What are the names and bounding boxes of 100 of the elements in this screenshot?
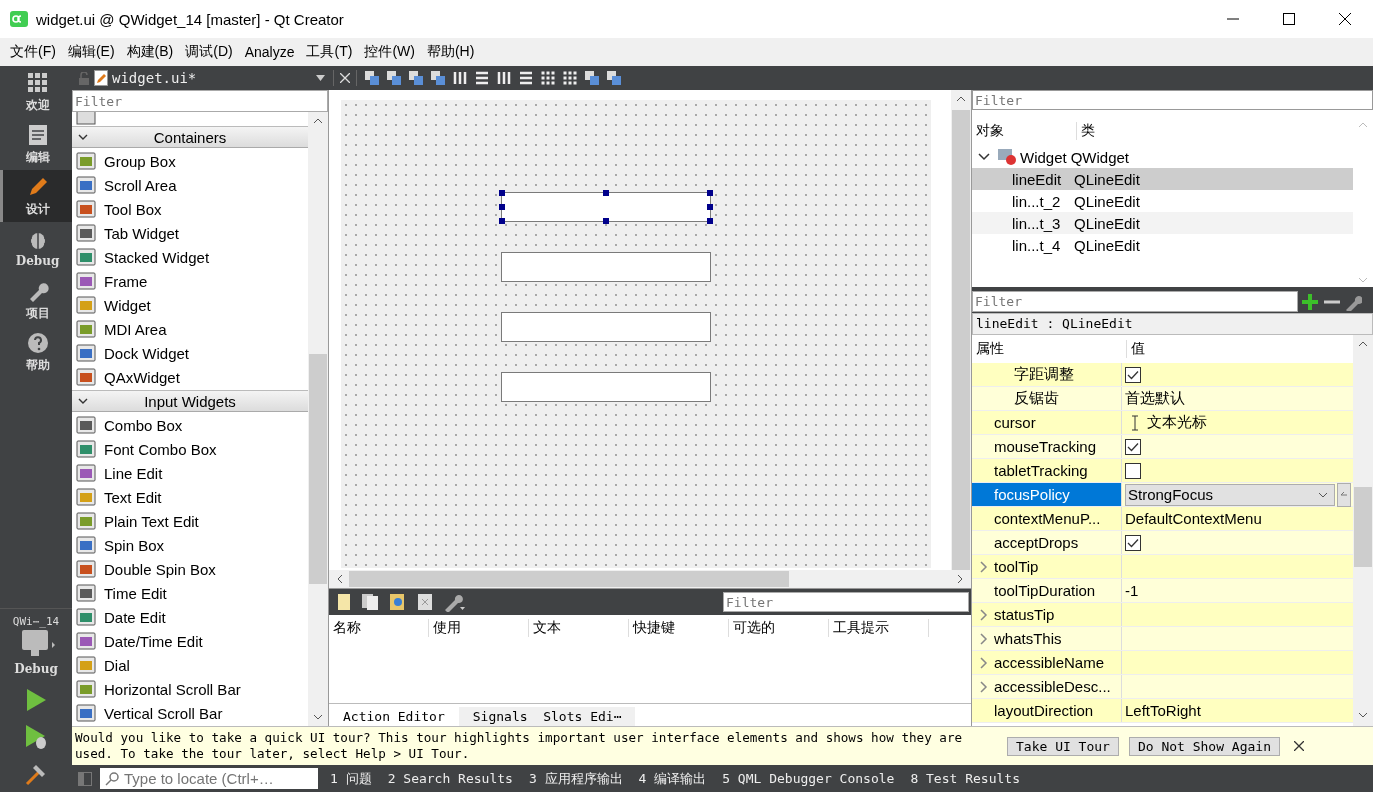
menu-item[interactable]: 工具(T) [300, 43, 359, 61]
widget-list-item[interactable]: Time Edit [72, 581, 308, 605]
tree-row[interactable]: lin...t_2 QLineEdit [972, 190, 1353, 212]
menu-item[interactable]: 文件(F) [4, 43, 62, 61]
output-pane-button[interactable]: 3 应用程序输出 [524, 769, 627, 788]
property-value[interactable]: LeftToRight [1125, 702, 1201, 719]
widget-list-item[interactable]: Frame [72, 269, 308, 293]
document-name[interactable]: widget.ui* [112, 70, 312, 86]
category-header[interactable]: Input Widgets [72, 390, 308, 412]
window-icon[interactable] [364, 70, 380, 86]
widget-list-item[interactable]: Horizontal Scroll Bar [72, 677, 308, 701]
window-icon[interactable] [606, 70, 622, 86]
mode-button[interactable]: Debug [0, 222, 72, 274]
widget-list-item[interactable]: Combo Box [72, 413, 308, 437]
dropdown-icon[interactable] [316, 75, 325, 81]
property-name[interactable]: toolTipDuration [972, 579, 1122, 602]
menu-item[interactable]: 构建(B) [120, 43, 180, 61]
widget-list-item[interactable]: Plain Text Edit [72, 509, 308, 533]
scrollbar[interactable] [329, 570, 971, 588]
filter-field[interactable]: Filter [972, 291, 1298, 312]
mode-button[interactable]: 欢迎 [0, 66, 72, 118]
menu-item[interactable]: Analyze [238, 44, 301, 60]
filter-field[interactable]: Filter [972, 90, 1373, 110]
column-header[interactable]: 工具提示 [829, 619, 929, 637]
widget-list-item[interactable]: Vertical Scroll Bar [72, 701, 308, 725]
scroll-up-icon[interactable] [1358, 341, 1368, 347]
scroll-thumb[interactable] [349, 571, 789, 587]
mode-button[interactable]: 帮助 [0, 326, 72, 378]
window-icon[interactable] [408, 70, 424, 86]
widget-list-item[interactable]: Scroll Area [72, 173, 308, 197]
scrollbar[interactable] [308, 112, 328, 726]
tour-button[interactable]: Take UI Tour [1007, 736, 1119, 756]
new-file-icon[interactable] [337, 593, 351, 611]
widget-list-item[interactable]: Tab Widget [72, 221, 308, 245]
property-value[interactable]: -1 [1125, 582, 1139, 599]
window-icon[interactable] [386, 70, 402, 86]
menu-item[interactable]: 调试(D) [179, 43, 239, 61]
widget-list-item[interactable]: Date Edit [72, 605, 308, 629]
locator-field[interactable]: Type to locate (Ctrl+… [100, 768, 318, 789]
widget-list-item[interactable]: Text Edit [72, 485, 308, 509]
checkbox[interactable] [1125, 366, 1141, 383]
widget-list-item[interactable]: QAxWidget [72, 365, 308, 389]
property-name[interactable]: focusPolicy [972, 483, 1122, 506]
menu-item[interactable]: 编辑(E) [61, 43, 121, 61]
category-header[interactable]: Containers [72, 126, 308, 148]
widget-list-item[interactable]: Stacked Widget [72, 245, 308, 269]
widget-list-item[interactable]: Date/Time Edit [72, 629, 308, 653]
kit-selector[interactable]: QWi⋯_14 Debug [0, 608, 72, 682]
property-name[interactable]: contextMenuP... [972, 507, 1122, 530]
columns-icon[interactable] [496, 70, 512, 86]
widget-list-item[interactable]: MDI Area [72, 317, 308, 341]
menu-item[interactable]: 帮助(H) [420, 43, 481, 61]
widget-list-item[interactable]: Double Spin Box [72, 557, 308, 581]
property-value[interactable]: 文本光标 [1147, 413, 1207, 432]
column-header[interactable]: 对象 [972, 122, 1077, 140]
output-pane-button[interactable]: 5 QML Debugger Console [718, 771, 899, 786]
column-header[interactable]: 类 [1077, 122, 1095, 140]
scroll-down-icon[interactable] [1358, 712, 1368, 718]
filter-field[interactable]: Filter [723, 592, 969, 612]
widget-list-item[interactable]: Font Combo Box [72, 437, 308, 461]
scrollbar[interactable] [1353, 335, 1373, 726]
tour-button[interactable]: Do Not Show Again [1128, 736, 1280, 756]
window-icon[interactable] [430, 70, 446, 86]
close-icon[interactable] [1294, 741, 1304, 751]
property-name[interactable]: layoutDirection [972, 699, 1122, 722]
column-header[interactable]: 使用 [429, 619, 529, 637]
tab[interactable]: Signals Slots Edi⋯ [458, 707, 636, 726]
mode-button[interactable]: 编辑 [0, 118, 72, 170]
column-header[interactable]: 属性 [972, 340, 1127, 358]
rows-icon[interactable] [474, 70, 490, 86]
tree-row[interactable]: lin...t_3 QLineEdit [972, 212, 1353, 234]
tree-row[interactable]: lin...t_4 QLineEdit [972, 234, 1353, 256]
edit-icon[interactable] [389, 593, 407, 611]
widget-list-item[interactable]: Dial [72, 653, 308, 677]
dropdown[interactable]: StrongFocus [1125, 483, 1335, 506]
wrench-icon[interactable] [443, 592, 465, 612]
scroll-thumb[interactable] [309, 354, 327, 584]
menu-item[interactable]: 控件(W) [358, 43, 421, 61]
columns-icon[interactable] [452, 70, 468, 86]
mode-button[interactable]: 项目 [0, 274, 72, 326]
plus-icon[interactable] [1302, 292, 1320, 311]
grid-icon[interactable] [562, 70, 578, 86]
scroll-thumb[interactable] [1354, 487, 1372, 567]
grid-icon[interactable] [540, 70, 556, 86]
output-pane-button[interactable]: 4 编译输出 [634, 769, 711, 788]
scroll-down-icon[interactable] [313, 714, 323, 720]
line-edit[interactable] [501, 192, 711, 222]
sidebar-toggle-icon[interactable] [78, 771, 92, 786]
run-icon[interactable] [25, 688, 47, 712]
widget-list-item[interactable]: Spin Box [72, 533, 308, 557]
widget-list-item[interactable]: Group Box [72, 149, 308, 173]
copy-icon[interactable] [361, 593, 379, 611]
output-pane-button[interactable]: 2 Search Results [383, 771, 517, 786]
delete-icon[interactable] [417, 593, 433, 611]
mode-button[interactable]: 设计 [0, 170, 72, 222]
column-header[interactable]: 可选的 [729, 619, 829, 637]
column-header[interactable]: 文本 [529, 619, 629, 637]
tree-row[interactable]: lineEdit QLineEdit [972, 168, 1353, 190]
output-pane-button[interactable]: 8 Test Results [906, 771, 1024, 786]
property-name[interactable]: cursor [972, 411, 1122, 434]
